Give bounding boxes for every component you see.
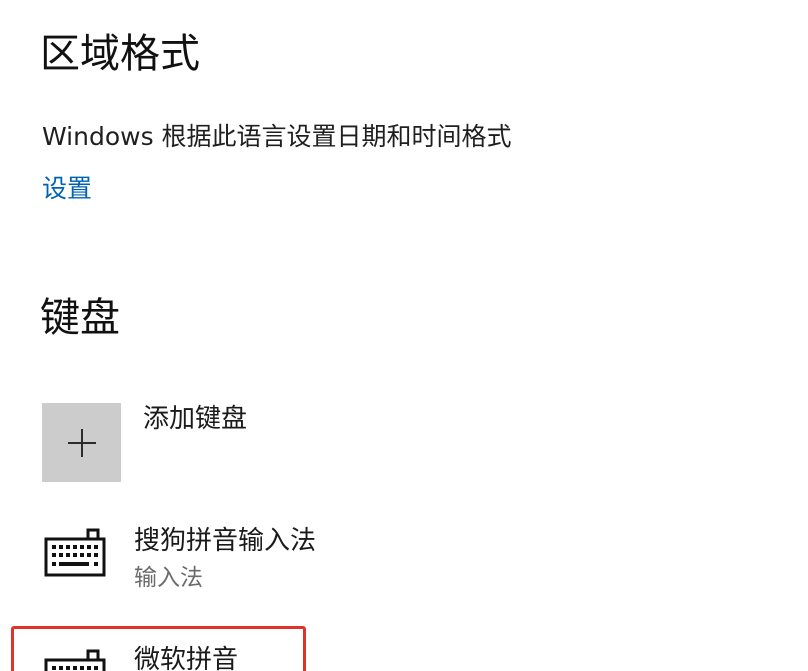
keyboard-icon bbox=[44, 528, 106, 577]
keyboard-item-sogou[interactable] bbox=[0, 520, 808, 610]
keyboard-item-name: 搜狗拼音输入法 bbox=[134, 526, 317, 556]
language-settings-page: 区域格式 Windows 根据此语言设置日期和时间格式 设置 键盘 添加键盘 搜… bbox=[0, 0, 808, 671]
add-keyboard-button[interactable] bbox=[42, 403, 121, 482]
keyboard-item-type: 输入法 bbox=[134, 565, 203, 591]
add-keyboard-label[interactable]: 添加键盘 bbox=[143, 404, 247, 435]
regional-format-title: 区域格式 bbox=[40, 31, 200, 77]
regional-format-settings-link[interactable]: 设置 bbox=[42, 174, 92, 204]
regional-format-description: Windows 根据此语言设置日期和时间格式 bbox=[42, 122, 512, 151]
highlight-box bbox=[11, 626, 306, 671]
keyboard-title: 键盘 bbox=[40, 295, 120, 341]
